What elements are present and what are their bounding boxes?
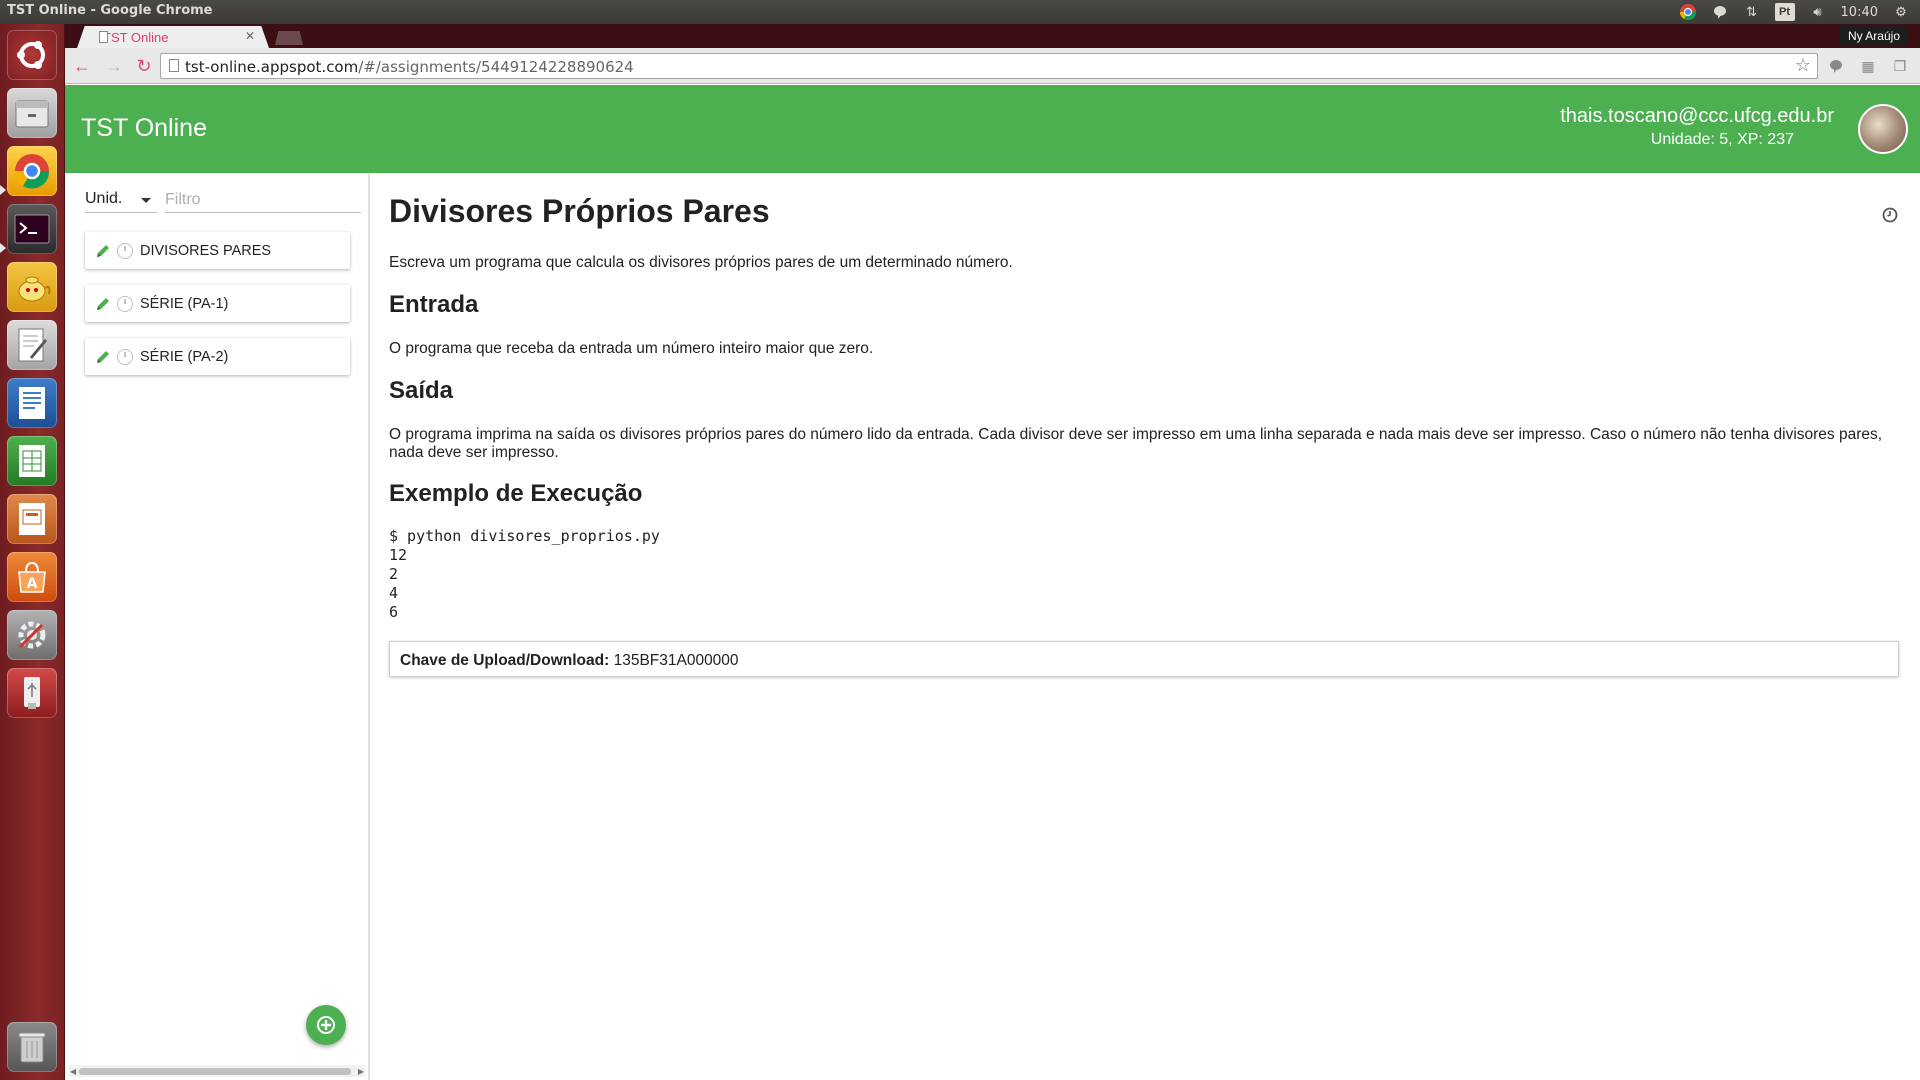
chrome-tray-icon[interactable] (1679, 3, 1697, 21)
new-tab-button[interactable] (275, 31, 303, 45)
settings-gear-icon[interactable]: ⚙ (1892, 3, 1910, 21)
page-favicon-icon (99, 31, 108, 43)
user-email[interactable]: thais.toscano@ccc.ufcg.edu.br (1560, 105, 1834, 128)
extension-copy-icon[interactable]: ❐ (1891, 57, 1909, 75)
assignments-sidebar: Unid. DIVISORES PARES SÉRIE (PA-1) SÉRIE… (65, 173, 370, 1080)
chevron-down-icon (141, 198, 151, 203)
address-bar[interactable]: tst-online.appspot.com/#/assignments/544… (160, 53, 1818, 79)
system-tray: ⇅ Pt 🔊︎ 10:40 ⚙ (1679, 0, 1910, 24)
profile-name-badge[interactable]: Ny Araújo (1839, 26, 1908, 46)
url-host: tst-online.appspot.com (185, 58, 359, 76)
user-stats: Unidade: 5, XP: 237 (1650, 131, 1794, 148)
history-clock-icon[interactable] (1881, 206, 1899, 229)
filter-input[interactable] (165, 187, 361, 213)
ubuntu-dash-icon[interactable] (7, 30, 57, 80)
forward-arrow-icon[interactable]: → (103, 55, 125, 77)
pencil-icon (94, 243, 112, 259)
volume-tray-icon[interactable]: 🔊︎ (1809, 3, 1827, 21)
trash-icon[interactable] (7, 1022, 57, 1072)
back-arrow-icon[interactable]: ← (71, 55, 93, 77)
input-heading: Entrada (389, 291, 479, 318)
assignment-title: Divisores Próprios Pares (389, 193, 770, 229)
scrollbar-thumb[interactable] (79, 1068, 351, 1075)
avatar[interactable] (1858, 104, 1908, 154)
svg-text:A: A (27, 576, 38, 592)
user-info: thais.toscano@ccc.ufcg.edu.br Unidade: 5… (1560, 105, 1834, 149)
unity-launcher: A (0, 24, 65, 1080)
browser-tab-active[interactable]: TST Online ✕ (77, 26, 269, 48)
example-heading: Exemplo de Execução (389, 480, 643, 507)
scroll-right-icon[interactable]: ▶ (358, 1067, 364, 1076)
hangouts-extension-icon[interactable] (1827, 57, 1845, 75)
impress-app-icon[interactable] (7, 494, 57, 544)
text-editor-app-icon[interactable] (7, 320, 57, 370)
bookmark-star-icon[interactable]: ☆ (1795, 55, 1811, 76)
calc-app-icon[interactable] (7, 436, 57, 486)
keyboard-layout-indicator[interactable]: Pt (1774, 3, 1795, 21)
input-description: O programa que receba da entrada um núme… (389, 340, 874, 357)
assignment-item[interactable]: SÉRIE (PA-2) (85, 338, 350, 375)
add-assignment-button[interactable] (306, 1005, 346, 1045)
upload-download-key-box: Chave de Upload/Download: 135BF31A000000 (389, 641, 1899, 677)
window-title: TST Online - Google Chrome (7, 3, 213, 18)
pencil-icon (94, 296, 112, 312)
url-path: /#/assignments/5449124228890624 (358, 58, 634, 76)
plus-circle-icon (317, 1016, 335, 1034)
writer-app-icon[interactable] (7, 378, 57, 428)
unit-select[interactable]: Unid. (85, 187, 157, 213)
tab-close-icon[interactable]: ✕ (245, 29, 255, 43)
app-header: TST Online thais.toscano@ccc.ufcg.edu.br… (65, 85, 1920, 173)
browser-toolbar: ← → ↻ tst-online.appspot.com/#/assignmen… (65, 48, 1920, 84)
assignment-item[interactable]: DIVISORES PARES (85, 232, 350, 269)
assignment-item-label: SÉRIE (PA-1) (140, 295, 229, 312)
tab-title: TST Online (103, 30, 169, 45)
network-tray-icon[interactable]: ⇅ (1743, 3, 1761, 21)
usb-drive-icon[interactable] (7, 668, 57, 718)
teapot-app-icon[interactable] (7, 262, 57, 312)
unit-select-label: Unid. (85, 190, 123, 207)
clock-icon (117, 348, 133, 365)
assignment-item[interactable]: SÉRIE (PA-1) (85, 285, 350, 322)
assignment-detail: Divisores Próprios Pares Escreva um prog… (389, 173, 1904, 1080)
system-top-panel: TST Online - Google Chrome ⇅ Pt 🔊︎ 10:40… (0, 0, 1920, 24)
files-app-icon[interactable] (7, 88, 57, 138)
app-title[interactable]: TST Online (81, 114, 207, 143)
clock-icon (117, 242, 133, 259)
reload-icon[interactable]: ↻ (133, 55, 155, 77)
software-center-icon[interactable]: A (7, 552, 57, 602)
extension-icon[interactable]: ▦ (1859, 57, 1877, 75)
assignment-description: Escreva um programa que calcula os divis… (389, 254, 1013, 271)
chat-tray-icon[interactable] (1711, 3, 1729, 21)
output-heading: Saída (389, 377, 454, 404)
key-value[interactable]: 135BF31A000000 (614, 652, 739, 669)
terminal-app-icon[interactable] (7, 204, 57, 254)
horizontal-scrollbar[interactable]: ◀ ▶ (69, 1065, 365, 1077)
system-settings-icon[interactable] (7, 610, 57, 660)
example-code: $ python divisores_proprios.py 12 2 4 6 (389, 527, 660, 621)
output-description: O programa imprima na saída os divisores… (389, 426, 1883, 461)
scroll-left-icon[interactable]: ◀ (70, 1067, 76, 1076)
key-label: Chave de Upload/Download: (400, 652, 610, 669)
assignment-item-label: SÉRIE (PA-2) (140, 348, 229, 365)
clock[interactable]: 10:40 (1841, 5, 1878, 20)
browser-tab-strip: TST Online ✕ Ny Araújo (65, 24, 1920, 48)
clock-icon (117, 295, 133, 312)
page-info-icon[interactable] (169, 59, 179, 72)
chrome-app-icon[interactable] (7, 146, 57, 196)
pencil-icon (94, 349, 112, 365)
assignment-item-label: DIVISORES PARES (140, 242, 272, 259)
